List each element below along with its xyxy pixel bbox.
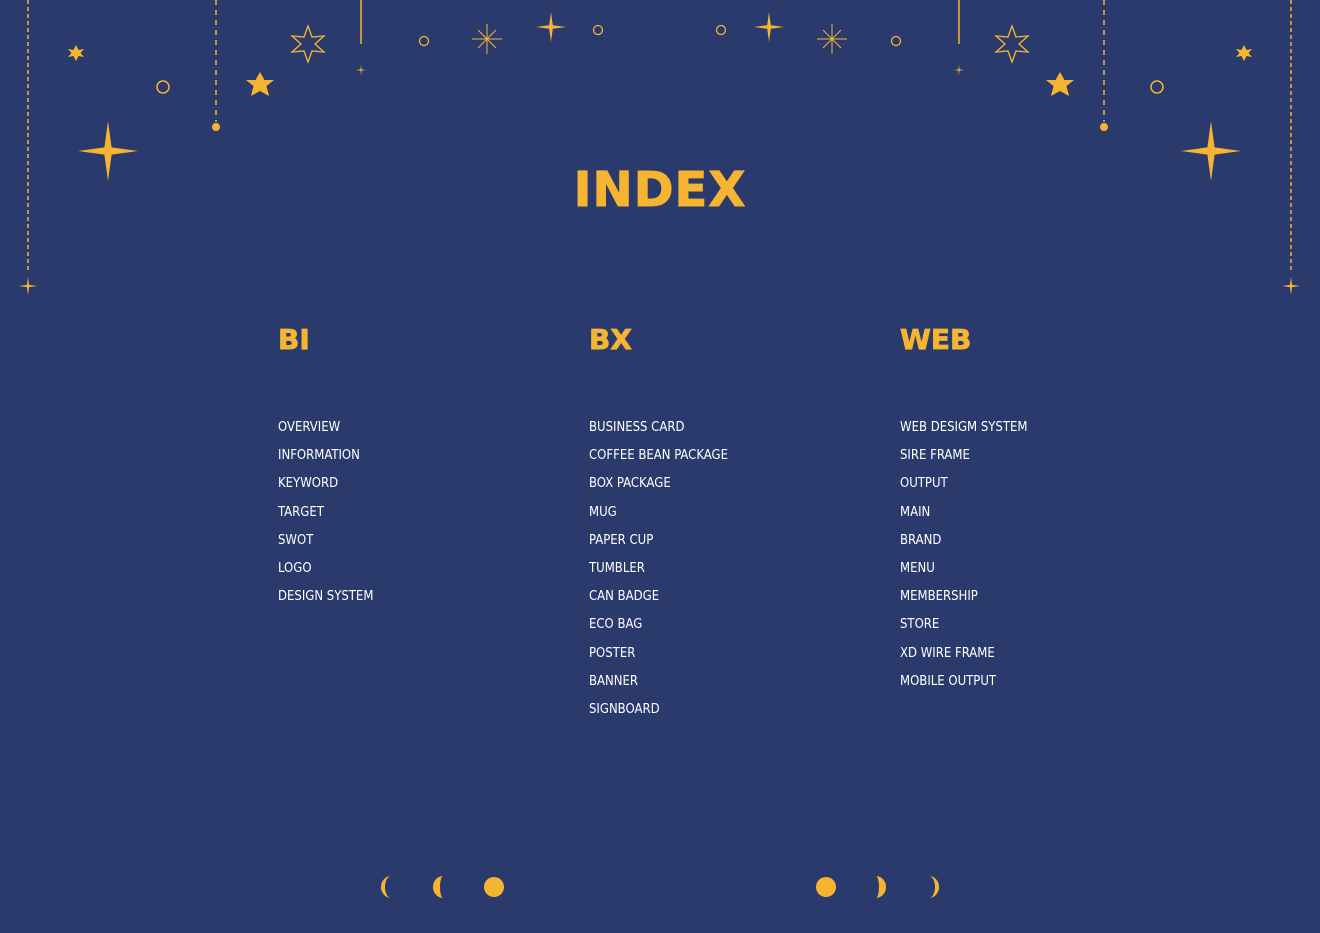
moon-phase-icon bbox=[433, 876, 443, 898]
item-list: OVERVIEW INFORMATION KEYWORD TARGET SWOT… bbox=[278, 414, 373, 611]
list-item[interactable]: TARGET bbox=[278, 499, 373, 527]
list-item[interactable]: SWOT bbox=[278, 527, 373, 555]
item-list: WEB DESIGM SYSTEM SIRE FRAME OUTPUT MAIN… bbox=[900, 414, 1027, 696]
column-heading: BI bbox=[278, 323, 311, 357]
moon-phase-icon bbox=[929, 876, 939, 898]
list-item[interactable]: CAN BADGE bbox=[589, 583, 728, 611]
ring-icon bbox=[715, 24, 727, 36]
list-item[interactable]: MEMBERSHIP bbox=[900, 583, 1027, 611]
list-item[interactable]: POSTER bbox=[589, 640, 728, 668]
item-list: BUSINESS CARD COFFEE BEAN PACKAGE BOX PA… bbox=[589, 414, 728, 724]
sparkle-icon bbox=[817, 24, 847, 54]
list-item[interactable]: LOGO bbox=[278, 555, 373, 583]
list-item[interactable]: SIGNBOARD bbox=[589, 696, 728, 724]
list-item[interactable]: BUSINESS CARD bbox=[589, 414, 728, 442]
ring-icon bbox=[1150, 80, 1164, 94]
index-page: INDEX BI OVERVIEW INFORMATION KEYWORD TA… bbox=[0, 0, 1320, 933]
list-item[interactable]: PAPER CUP bbox=[589, 527, 728, 555]
ring-icon bbox=[890, 35, 902, 47]
moon-phase-icon bbox=[876, 876, 886, 898]
list-item[interactable]: KEYWORD bbox=[278, 470, 373, 498]
index-column-bi: BI OVERVIEW INFORMATION KEYWORD TARGET S… bbox=[278, 322, 374, 611]
ring-icon bbox=[418, 35, 430, 47]
column-heading: WEB bbox=[900, 323, 972, 357]
sparkle-icon bbox=[954, 65, 964, 75]
column-heading: BX bbox=[589, 323, 633, 357]
star-icon bbox=[246, 72, 274, 96]
list-item[interactable]: STORE bbox=[900, 611, 1027, 639]
hanging-ornament-icon bbox=[1282, 0, 1300, 295]
moon-phase-icon bbox=[381, 876, 391, 898]
index-column-bx: BX BUSINESS CARD COFFEE BEAN PACKAGE BOX… bbox=[589, 322, 728, 724]
list-item[interactable]: OUTPUT bbox=[900, 470, 1027, 498]
ring-icon bbox=[592, 24, 604, 36]
list-item[interactable]: XD WIRE FRAME bbox=[900, 640, 1027, 668]
ring-icon bbox=[156, 80, 170, 94]
list-item[interactable]: COFFEE BEAN PACKAGE bbox=[589, 442, 728, 470]
list-item[interactable]: DESIGN SYSTEM bbox=[278, 583, 373, 611]
list-item[interactable]: BANNER bbox=[589, 668, 728, 696]
list-item[interactable]: MOBILE OUTPUT bbox=[900, 668, 1027, 696]
list-item[interactable]: INFORMATION bbox=[278, 442, 373, 470]
hanging-ornament-icon bbox=[212, 0, 220, 131]
star-icon bbox=[1236, 45, 1252, 61]
star-outline-icon bbox=[290, 24, 326, 64]
star-icon bbox=[1046, 72, 1074, 96]
list-item[interactable]: BOX PACKAGE bbox=[589, 470, 728, 498]
list-item[interactable]: BRAND bbox=[900, 527, 1027, 555]
list-item[interactable]: MENU bbox=[900, 555, 1027, 583]
page-title: INDEX bbox=[573, 162, 747, 219]
list-item[interactable]: TUMBLER bbox=[589, 555, 728, 583]
list-item[interactable]: ECO BAG bbox=[589, 611, 728, 639]
list-item[interactable]: OVERVIEW bbox=[278, 414, 373, 442]
star-icon bbox=[68, 45, 84, 61]
list-item[interactable]: WEB DESIGM SYSTEM bbox=[900, 414, 1027, 442]
list-item[interactable]: MUG bbox=[589, 499, 728, 527]
hanging-ornament-icon bbox=[19, 0, 37, 295]
sparkle-icon bbox=[356, 65, 366, 75]
moon-phase-icon bbox=[816, 877, 836, 897]
list-item[interactable]: SIRE FRAME bbox=[900, 442, 1027, 470]
hanging-ornament-icon bbox=[1100, 0, 1108, 131]
star-outline-icon bbox=[994, 24, 1030, 64]
sparkle-icon bbox=[472, 24, 502, 54]
list-item[interactable]: MAIN bbox=[900, 499, 1027, 527]
moon-phase-icon bbox=[484, 877, 504, 897]
index-column-web: WEB WEB DESIGM SYSTEM SIRE FRAME OUTPUT … bbox=[900, 322, 1028, 696]
